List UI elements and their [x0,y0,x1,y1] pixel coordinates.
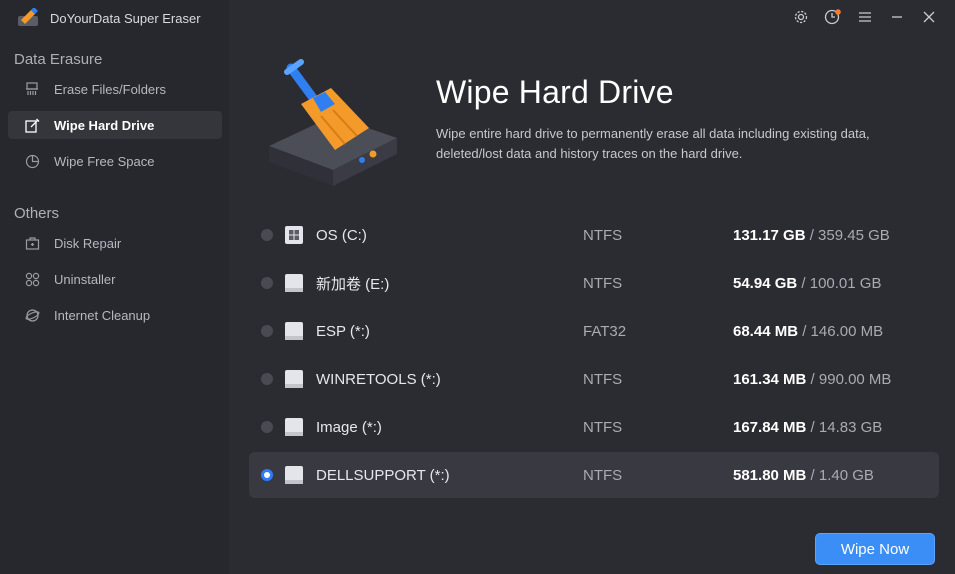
sidebar-item-erase-files[interactable]: Erase Files/Folders [8,75,222,103]
drive-capacity: 68.44 MB / 146.00 MB [733,323,883,340]
windows-drive-icon [285,226,303,244]
pie-icon [24,153,40,169]
minimize-icon [892,16,902,18]
close-icon [923,11,935,23]
drive-used: 581.80 MB [733,466,807,484]
settings-button[interactable] [785,6,817,28]
drive-radio[interactable] [261,325,273,337]
drive-row-image[interactable]: Image (*:) NTFS 167.84 MB / 14.83 GB [249,404,939,450]
drive-capacity: 167.84 MB / 14.83 GB [733,419,882,436]
sidebar-item-label: Uninstaller [54,271,116,287]
drive-radio[interactable] [261,229,273,241]
drive-filesystem: NTFS [583,370,623,388]
drive-total: / 990.00 MB [810,370,892,388]
edit-icon [24,117,40,133]
drive-total: / 14.83 GB [810,418,883,436]
app-logo-icon [18,8,38,26]
drive-filesystem: NTFS [583,466,623,484]
drive-row-winretools[interactable]: WINRETOOLS (*:) NTFS 161.34 MB / 990.00 … [249,356,939,402]
drive-filesystem: FAT32 [583,322,627,340]
drive-filesystem: NTFS [583,418,623,436]
drive-total: / 359.45 GB [809,226,890,244]
drive-row-esp[interactable]: ESP (*:) FAT32 68.44 MB / 146.00 MB [249,308,939,354]
drive-name: 新加卷 (E:) [316,275,390,293]
sidebar-item-disk-repair[interactable]: Disk Repair [8,229,222,257]
menu-button[interactable] [849,6,881,28]
drive-name: DELLSUPPORT (*:) [316,466,450,484]
drive-used: 54.94 GB [733,274,798,292]
drive-used: 167.84 MB [733,418,807,436]
drive-used: 131.17 GB [733,226,806,244]
hamburger-icon [859,12,871,22]
gear-icon [794,10,808,24]
sidebar-item-label: Internet Cleanup [54,307,151,323]
app-titlebar: DoYourData Super Eraser [0,0,229,36]
sidebar-item-uninstaller[interactable]: Uninstaller [8,265,222,293]
drive-radio[interactable] [261,373,273,385]
wipe-now-button[interactable]: Wipe Now [815,533,935,565]
minimize-button[interactable] [881,6,913,28]
drive-capacity: 581.80 MB / 1.40 GB [733,467,874,484]
sidebar-item-label: Erase Files/Folders [54,81,166,97]
sidebar-item-label: Wipe Hard Drive [54,117,155,133]
sidebar-item-label: Wipe Free Space [54,153,155,169]
drive-name: OS (C:) [316,226,367,244]
drive-filesystem: NTFS [583,226,623,244]
drive-total: / 1.40 GB [810,466,874,484]
clock-icon [824,9,841,25]
apps-icon [24,271,40,287]
window-controls [785,6,945,28]
drive-used: 68.44 MB [733,322,799,340]
drive-radio[interactable] [261,277,273,289]
sidebar-item-internet-cleanup[interactable]: Internet Cleanup [8,301,222,329]
shredder-icon [24,81,40,97]
broom-drive-icon [269,59,397,186]
drive-radio[interactable] [261,421,273,433]
drive-capacity: 54.94 GB / 100.01 GB [733,275,881,292]
toolbox-icon [24,235,40,251]
page-description: Wipe entire hard drive to permanently er… [436,126,870,161]
drive-used: 161.34 MB [733,370,807,388]
sidebar-item-wipe-hard-drive[interactable]: Wipe Hard Drive [8,111,222,139]
drive-capacity: 131.17 GB / 359.45 GB [733,227,890,244]
drive-total: / 100.01 GB [801,274,882,292]
app-title: DoYourData Super Eraser [50,10,201,26]
sidebar-item-wipe-free-space[interactable]: Wipe Free Space [8,147,222,175]
drive-total: / 146.00 MB [802,322,884,340]
sidebar-item-label: Disk Repair [54,235,122,251]
drive-row-e[interactable]: 新加卷 (E:) NTFS 54.94 GB / 100.01 GB [249,260,939,306]
drive-icon [285,466,303,484]
close-button[interactable] [913,6,945,28]
page-title: Wipe Hard Drive [436,74,674,110]
section-others: Others [14,205,60,222]
drive-icon [285,418,303,436]
drive-row-os-c[interactable]: OS (C:) NTFS 131.17 GB / 359.45 GB [249,212,939,258]
drive-row-dellsupport[interactable]: DELLSUPPORT (*:) NTFS 581.80 MB / 1.40 G… [249,452,939,498]
sidebar: DoYourData Super Eraser Data Erasure Era… [0,0,229,574]
drive-name: Image (*:) [316,418,382,436]
drive-icon [285,274,303,292]
section-data-erasure: Data Erasure [14,51,103,68]
drive-name: WINRETOOLS (*:) [316,370,441,388]
globe-icon [24,307,40,323]
drive-icon [285,370,303,388]
main-panel: Wipe Hard Drive Wipe entire hard drive t… [229,0,955,574]
drive-icon [285,322,303,340]
drive-filesystem: NTFS [583,274,623,292]
drive-capacity: 161.34 MB / 990.00 MB [733,371,891,388]
drive-radio-selected[interactable] [261,469,273,481]
history-button[interactable] [817,6,849,28]
drive-name: ESP (*:) [316,322,370,340]
drive-list: OS (C:) NTFS 131.17 GB / 359.45 GB 新加卷 (… [249,212,939,500]
